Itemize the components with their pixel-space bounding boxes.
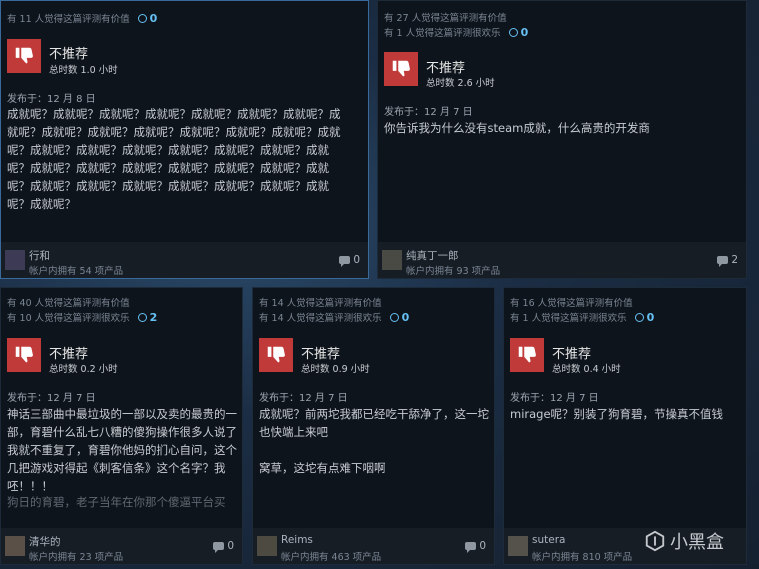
avatar[interactable] — [508, 536, 528, 556]
verdict-label: 不推荐 — [49, 47, 89, 62]
review-text: 神话三部曲中最垃圾的一部以及卖的最贵的一部，育碧什么乱七八糟的傻狗操作很多人说了… — [7, 407, 237, 493]
helpful-votes: 有 11 人觉得这篇评测有价值 0 — [7, 12, 158, 25]
review-text: 你告诉我为什么没有steam成就，什么高贵的开发商 — [384, 121, 650, 135]
watermark: 小黑盒 — [644, 528, 724, 554]
thumbs-down-icon — [384, 52, 418, 86]
username[interactable]: Reims — [281, 534, 313, 546]
review-card: 有 14 人觉得这篇评测有价值 有 14 人觉得这篇评测很欢乐 0 不推荐 总时数… — [252, 287, 495, 565]
review-text: mirage呢？别装了狗育碧，节操真不值钱 — [510, 407, 724, 421]
verdict-label: 不推荐 — [552, 347, 592, 362]
comment-icon — [717, 256, 729, 267]
thumbs-down-icon — [510, 338, 544, 372]
award-icon — [508, 28, 518, 37]
posted-date: 发布于：12 月 7 日 — [7, 393, 96, 404]
comment-count[interactable]: 2 — [717, 254, 738, 267]
review-text: 成就呢？前两坨我都已经吃干舔净了，这一坨也快端上来吧 — [259, 407, 489, 439]
watermark-text: 小黑盒 — [670, 532, 724, 553]
username[interactable]: 纯真丁一郎 — [406, 248, 459, 263]
helpful-votes: 有 14 人觉得这篇评测有价值 — [259, 298, 382, 309]
helpful-votes: 有 40 人觉得这篇评测有价值 — [7, 298, 130, 309]
review-footer: Reims 帐户内拥有 463 项产品 0 — [253, 528, 494, 564]
playtime: 总时数 1.0 小时 — [49, 65, 118, 76]
products-owned: 帐户内拥有 463 项产品 — [281, 552, 382, 563]
comment-count[interactable]: 0 — [213, 540, 234, 553]
playtime: 总时数 0.2 小时 — [49, 364, 118, 375]
review-card: 有 16 人觉得这篇评测有价值 有 1 人觉得这篇评测很欢乐 0 不推荐 总时数 … — [503, 287, 747, 565]
avatar[interactable] — [257, 536, 277, 556]
award-icon — [634, 313, 644, 322]
thumbs-down-icon — [7, 39, 41, 73]
verdict-label: 不推荐 — [49, 347, 89, 362]
review-card: 有 11 人觉得这篇评测有价值 0 不推荐 总时数 1.0 小时 发布于：12 月… — [0, 0, 369, 279]
review-footer: 纯真丁一郎 帐户内拥有 93 项产品 2 — [378, 242, 746, 278]
verdict-label: 不推荐 — [301, 347, 341, 362]
username[interactable]: 行和 — [29, 248, 50, 263]
award-count[interactable]: 2 — [137, 311, 157, 324]
funny-votes: 有 1 人觉得这篇评测很欢乐 0 — [510, 311, 655, 324]
funny-votes: 有 10 人觉得这篇评测很欢乐 2 — [7, 311, 158, 324]
review-text: 成就呢？成就呢？成就呢？成就呢？成就呢？成就呢？成就呢？成就呢？成就呢？成就呢？… — [7, 107, 341, 211]
avatar[interactable] — [5, 536, 25, 556]
verdict-label: 不推荐 — [426, 61, 466, 76]
review-card: 有 40 人觉得这篇评测有价值 有 10 人觉得这篇评测很欢乐 2 不推荐 总时数… — [0, 287, 243, 565]
avatar[interactable] — [5, 250, 25, 270]
comment-icon — [339, 256, 351, 267]
review-footer: 行和 帐户内拥有 54 项产品 0 — [1, 242, 368, 278]
award-count[interactable]: 0 — [508, 26, 528, 39]
review-text-faded: 狗日的育碧，老子当年在你那个傻逼平台买 — [7, 495, 226, 509]
avatar[interactable] — [382, 250, 402, 270]
award-count[interactable]: 0 — [389, 311, 409, 324]
award-count[interactable]: 0 — [137, 12, 157, 25]
playtime: 总时数 0.4 小时 — [552, 364, 621, 375]
review-text-2: 窝草，这坨有点难下咽啊 — [259, 461, 386, 475]
review-card: 有 27 人觉得这篇评测有价值 有 1 人觉得这篇评测很欢乐 0 不推荐 总时数 … — [377, 0, 747, 279]
products-owned: 帐户内拥有 93 项产品 — [406, 266, 501, 277]
playtime: 总时数 0.9 小时 — [301, 364, 370, 375]
comment-icon — [465, 542, 477, 553]
posted-date: 发布于：12 月 7 日 — [259, 393, 348, 404]
review-footer: 清华的 帐户内拥有 23 项产品 0 — [1, 528, 242, 564]
posted-date: 发布于：12 月 8 日 — [7, 94, 96, 105]
award-count[interactable]: 0 — [634, 311, 654, 324]
helpful-votes: 有 27 人觉得这篇评测有价值 — [384, 13, 507, 24]
helpful-votes: 有 16 人觉得这篇评测有价值 — [510, 298, 633, 309]
comment-count[interactable]: 0 — [339, 254, 360, 267]
funny-votes: 有 1 人觉得这篇评测很欢乐 0 — [384, 26, 529, 39]
playtime: 总时数 2.6 小时 — [426, 78, 495, 89]
posted-date: 发布于：12 月 7 日 — [384, 107, 473, 118]
award-icon — [137, 14, 147, 23]
award-icon — [137, 313, 147, 322]
award-icon — [389, 313, 399, 322]
thumbs-down-icon — [7, 338, 41, 372]
thumbs-down-icon — [259, 338, 293, 372]
username[interactable]: sutera — [532, 534, 565, 546]
comment-icon — [213, 542, 225, 553]
comment-count[interactable]: 0 — [465, 540, 486, 553]
funny-votes: 有 14 人觉得这篇评测很欢乐 0 — [259, 311, 410, 324]
products-owned: 帐户内拥有 54 项产品 — [29, 266, 124, 277]
products-owned: 帐户内拥有 23 项产品 — [29, 552, 124, 563]
logo-icon — [645, 530, 665, 552]
posted-date: 发布于：12 月 7 日 — [510, 393, 599, 404]
products-owned: 帐户内拥有 810 项产品 — [532, 552, 633, 563]
username[interactable]: 清华的 — [29, 534, 61, 549]
